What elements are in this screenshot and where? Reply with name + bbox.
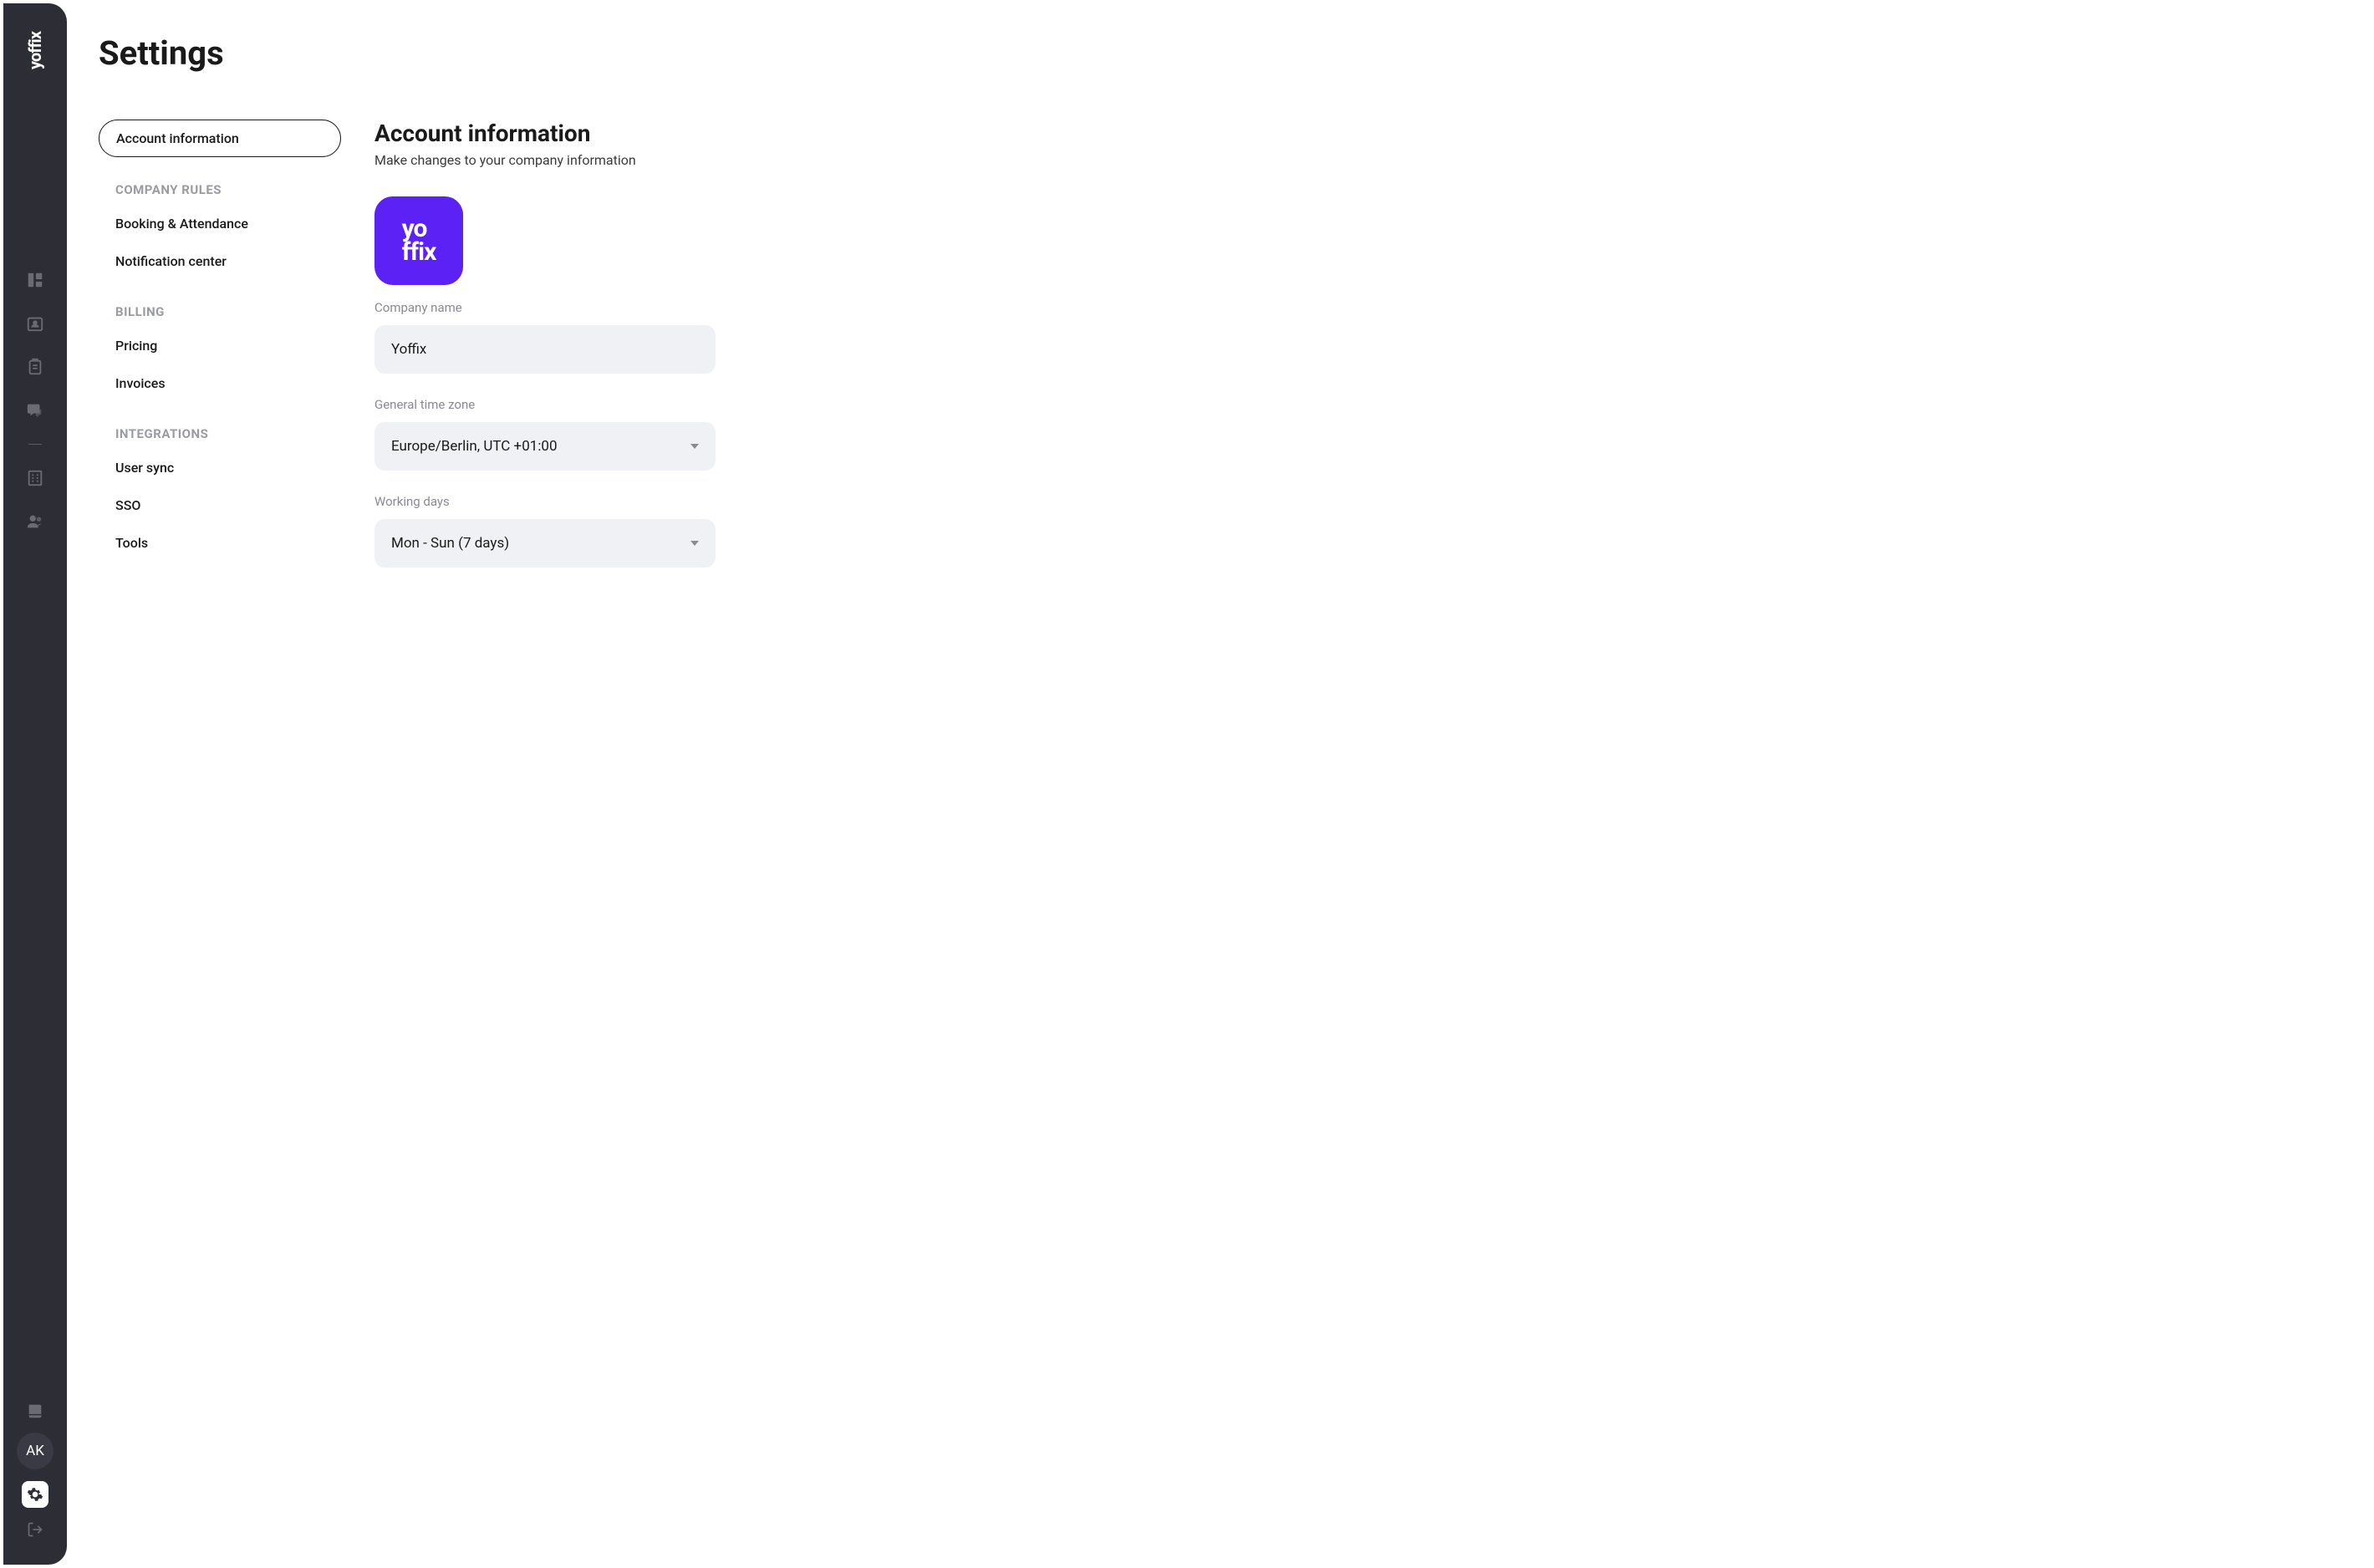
nav-item-tools[interactable]: Tools [99, 525, 341, 561]
working-days-label: Working days [374, 494, 960, 509]
clipboard-icon[interactable] [25, 357, 45, 377]
nav-section-company-rules: COMPANY RULES [99, 159, 341, 206]
calendar-person-icon[interactable] [25, 313, 45, 333]
timezone-label: General time zone [374, 397, 960, 412]
main-content: Settings Account information COMPANY RUL… [67, 0, 2374, 1568]
company-logo-line2: ffix [402, 237, 436, 267]
avatar[interactable]: AK [17, 1433, 53, 1469]
company-logo-text: yo ffix [402, 217, 436, 265]
nav-item-notification-center[interactable]: Notification center [99, 243, 341, 279]
working-days-value: Mon - Sun (7 days) [391, 535, 509, 552]
field-working-days: Working days Mon - Sun (7 days) [374, 494, 960, 568]
building-icon[interactable] [25, 468, 45, 488]
field-timezone: General time zone Europe/Berlin, UTC +01… [374, 397, 960, 471]
app-logo: yoffix [25, 32, 45, 69]
nav-item-booking-attendance[interactable]: Booking & Attendance [99, 206, 341, 242]
nav-item-invoices[interactable]: Invoices [99, 365, 341, 401]
section-subtitle: Make changes to your company information [374, 152, 960, 168]
company-logo[interactable]: yo ffix [374, 196, 463, 285]
page-title: Settings [99, 33, 2341, 73]
company-name-input[interactable] [374, 325, 716, 374]
nav-section-billing: BILLING [99, 281, 341, 328]
nav-item-account-information[interactable]: Account information [99, 120, 341, 157]
field-company-name: Company name [374, 300, 960, 374]
content-row: Account information COMPANY RULES Bookin… [99, 120, 2341, 591]
chat-icon[interactable] [25, 400, 45, 420]
dashboard-icon[interactable] [25, 270, 45, 290]
nav-item-user-sync[interactable]: User sync [99, 450, 341, 486]
caret-down-icon [690, 541, 699, 546]
nav-item-pricing[interactable]: Pricing [99, 328, 341, 364]
logout-icon[interactable] [25, 1520, 45, 1540]
company-name-label: Company name [374, 300, 960, 315]
nav-icons-group [25, 270, 45, 532]
timezone-value: Europe/Berlin, UTC +01:00 [391, 438, 558, 455]
section-title: Account information [374, 120, 960, 147]
gear-icon[interactable] [22, 1481, 48, 1508]
people-icon[interactable] [25, 512, 45, 532]
content-panel: Account information Make changes to your… [374, 120, 960, 591]
timezone-select[interactable]: Europe/Berlin, UTC +01:00 [374, 422, 716, 471]
settings-nav: Account information COMPANY RULES Bookin… [99, 120, 341, 591]
nav-divider [28, 444, 42, 445]
book-icon[interactable] [25, 1401, 45, 1421]
nav-section-integrations: INTEGRATIONS [99, 403, 341, 450]
sidebar-bottom-section: AK [17, 1401, 53, 1545]
sidebar-rail: yoffix AK [3, 3, 67, 1565]
caret-down-icon [690, 444, 699, 449]
nav-item-sso[interactable]: SSO [99, 487, 341, 523]
working-days-select[interactable]: Mon - Sun (7 days) [374, 519, 716, 568]
